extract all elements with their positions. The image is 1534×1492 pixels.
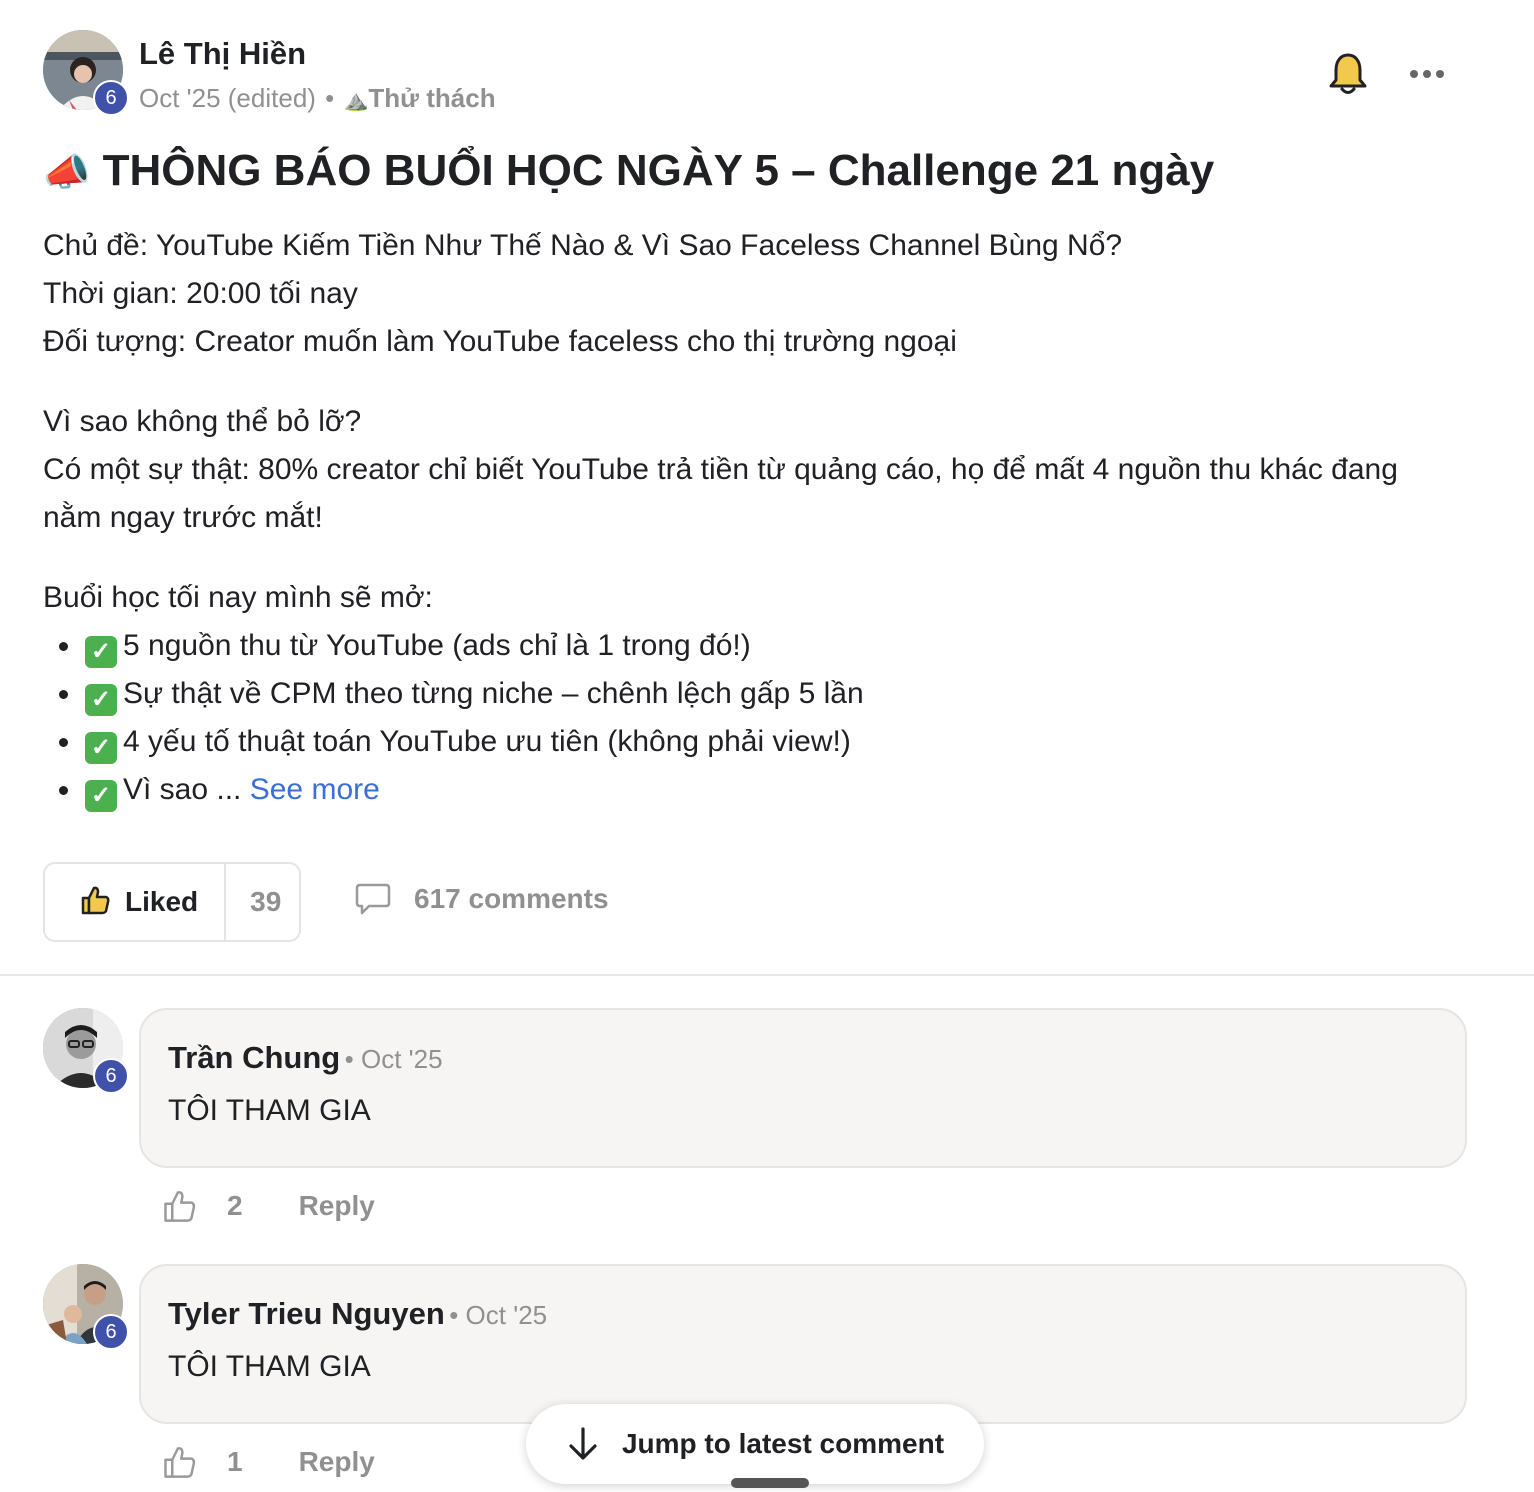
arrow-down-icon: [566, 1426, 600, 1462]
comment-header: Tyler Trieu Nguyen • Oct '25: [168, 1296, 547, 1332]
list-item-text: 4 yếu tố thuật toán YouTube ưu tiên (khô…: [123, 725, 851, 758]
thumbs-up-icon[interactable]: [161, 1444, 197, 1480]
list-item-text: Sự thật về CPM theo từng niche – chênh l…: [123, 677, 864, 710]
comments-count: 617 comments: [414, 883, 609, 914]
jump-to-latest-button[interactable]: Jump to latest comment: [526, 1404, 984, 1484]
check-icon: ✓: [85, 636, 117, 668]
comment-header: Trần Chung • Oct '25: [168, 1040, 443, 1076]
post-title-text: THÔNG BÁO BUỔI HỌC NGÀY 5 – Challenge 21…: [102, 146, 1215, 195]
comment-author[interactable]: Trần Chung: [168, 1040, 340, 1075]
section-divider: [0, 974, 1534, 976]
comments-link[interactable]: 617 comments: [354, 882, 609, 916]
jump-label: Jump to latest comment: [621, 1428, 945, 1459]
post-time-line: Thời gian: 20:00 tối nay: [43, 277, 358, 310]
thumbs-up-icon[interactable]: [161, 1188, 197, 1224]
meta-separator: •: [325, 83, 335, 113]
mountain-icon: ⛰️: [343, 90, 369, 112]
comment-bubble: Tyler Trieu Nguyen • Oct '25 TÔI THAM GI…: [139, 1264, 1467, 1424]
comment-date: • Oct '25: [344, 1044, 443, 1074]
why-text: Có một sự thật: 80% creator chỉ biết You…: [43, 453, 1398, 534]
thumbs-up-icon: [79, 884, 111, 921]
comment-like-count: 1: [227, 1446, 243, 1477]
comment-actions: 2 Reply: [161, 1188, 375, 1224]
like-button[interactable]: Liked: [45, 864, 227, 940]
bell-icon[interactable]: [1328, 52, 1368, 96]
comment-bubble-icon: [354, 882, 392, 916]
why-heading: Vì sao không thể bỏ lỡ?: [43, 405, 362, 438]
post-category[interactable]: Thử thách: [368, 83, 495, 113]
comment-text: TÔI THAM GIA: [168, 1094, 371, 1127]
list-item: ✓Vì sao ... See more: [83, 766, 1443, 814]
list-item: ✓Sự thật về CPM theo từng niche – chênh …: [83, 670, 1443, 718]
check-icon: ✓: [85, 780, 117, 812]
comment-date: • Oct '25: [449, 1300, 548, 1330]
level-badge: 6: [93, 1314, 129, 1350]
megaphone-icon: 📣: [43, 152, 91, 194]
check-icon: ✓: [85, 684, 117, 716]
post-date: Oct '25 (edited): [139, 83, 316, 113]
reply-button[interactable]: Reply: [299, 1446, 375, 1478]
home-indicator: [731, 1478, 809, 1488]
more-options-icon[interactable]: [1408, 66, 1448, 82]
list-item-text: 5 nguồn thu từ YouTube (ads chỉ là 1 tro…: [123, 629, 751, 662]
list-intro: Buổi học tối nay mình sẽ mở:: [43, 581, 433, 614]
like-control: Liked 39: [43, 862, 301, 942]
list-item-text: Vì sao ...: [123, 773, 242, 806]
like-label: Liked: [125, 886, 199, 917]
comment-actions: 1 Reply: [161, 1444, 375, 1480]
post-title: 📣 THÔNG BÁO BUỔI HỌC NGÀY 5 – Challenge …: [43, 146, 1214, 196]
reply-button[interactable]: Reply: [299, 1190, 375, 1222]
list-item: ✓5 nguồn thu từ YouTube (ads chỉ là 1 tr…: [83, 622, 1443, 670]
level-badge: 6: [93, 80, 129, 116]
comment-author[interactable]: Tyler Trieu Nguyen: [168, 1296, 445, 1331]
see-more-link[interactable]: See more: [250, 773, 380, 806]
level-badge: 6: [93, 1058, 129, 1094]
like-count[interactable]: 39: [226, 886, 305, 918]
list-item: ✓4 yếu tố thuật toán YouTube ưu tiên (kh…: [83, 718, 1443, 766]
check-icon: ✓: [85, 732, 117, 764]
comment-text: TÔI THAM GIA: [168, 1350, 371, 1383]
post-body: Chủ đề: YouTube Kiếm Tiền Như Thế Nào & …: [43, 222, 1443, 814]
post-audience-line: Đối tượng: Creator muốn làm YouTube face…: [43, 325, 957, 358]
post-meta: Oct '25 (edited) • ⛰️Thử thách: [139, 83, 496, 114]
benefit-list: ✓5 nguồn thu từ YouTube (ads chỉ là 1 tr…: [43, 622, 1443, 814]
post-author-name[interactable]: Lê Thị Hiền: [139, 36, 306, 72]
post-topic-line: Chủ đề: YouTube Kiếm Tiền Như Thế Nào & …: [43, 229, 1123, 262]
comment-like-count: 2: [227, 1190, 243, 1221]
comment-bubble: Trần Chung • Oct '25 TÔI THAM GIA: [139, 1008, 1467, 1168]
